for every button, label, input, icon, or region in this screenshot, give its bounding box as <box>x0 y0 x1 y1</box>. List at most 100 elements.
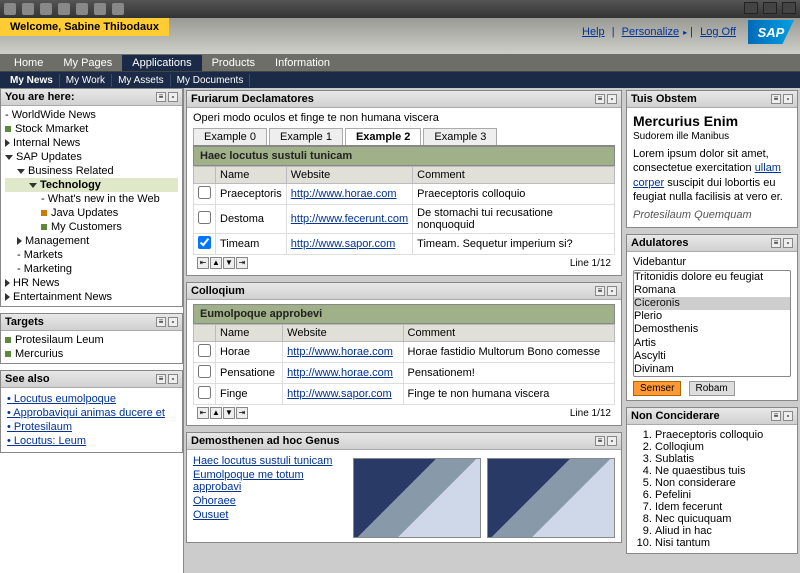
tab-my-pages[interactable]: My Pages <box>53 55 122 71</box>
col-header[interactable]: Comment <box>403 325 614 342</box>
demo-link[interactable]: Ohoraee <box>193 494 343 508</box>
coll-table: NameWebsiteCommentHoraehttp://www.horae.… <box>193 324 615 405</box>
col-header[interactable]: Website <box>283 325 403 342</box>
robam-button[interactable]: Robam <box>689 381 735 396</box>
nav-item-hr-news[interactable]: HR News <box>5 276 178 290</box>
decl-line-indicator: Line 1/12 <box>570 258 611 269</box>
nav-item-what-s-new-in-the-web[interactable]: - What's new in the Web <box>5 192 178 206</box>
nav-item-sap-updates[interactable]: SAP Updates <box>5 150 178 164</box>
seealso-link[interactable]: • Locutus eumolpoque <box>7 392 176 406</box>
decl-tab[interactable]: Example 2 <box>345 128 421 145</box>
nav-item-my-customers[interactable]: My Customers <box>5 220 178 234</box>
nav-item-markets[interactable]: - Markets <box>5 248 178 262</box>
adul-listbox[interactable]: Tritonidis dolore eu feugiatRomanaCicero… <box>633 270 791 378</box>
website-link[interactable]: http://www.horae.com <box>287 346 393 358</box>
subtab-my-documents[interactable]: My Documents <box>171 74 251 87</box>
website-link[interactable]: http://www.sapor.com <box>287 388 392 400</box>
nav-item-internal-news[interactable]: Internal News <box>5 136 178 150</box>
nav-item-management[interactable]: Management <box>5 234 178 248</box>
adulatores-panel: Adulatores ≡- Videbantur Tritonidis dolo… <box>626 234 798 402</box>
tuis-panel: Tuis Obstem ≡- Mercurius Enim Sudorem il… <box>626 90 798 228</box>
titlebar-app-icons <box>4 3 124 15</box>
list-item: Aliud in hac <box>655 525 791 537</box>
nav-tree: - WorldWide NewsStock MmarketInternal Ne… <box>1 106 182 306</box>
nav-item-marketing[interactable]: - Marketing <box>5 262 178 276</box>
col-header[interactable]: Name <box>216 325 283 342</box>
target-item[interactable]: Mercurius <box>5 347 178 361</box>
decl-tab[interactable]: Example 0 <box>193 128 267 145</box>
nav-item-business-related[interactable]: Business Related <box>5 164 178 178</box>
seealso-link[interactable]: • Approbaviqui animas ducere et <box>7 406 176 420</box>
tab-home[interactable]: Home <box>4 55 53 71</box>
adul-label: Videbantur <box>633 256 791 268</box>
row-checkbox[interactable] <box>198 211 211 224</box>
decl-subtitle: Operi modo oculos et finge te non humana… <box>193 112 615 124</box>
demo-links: Haec locutus sustuli tunicamEumolpoque m… <box>193 454 343 538</box>
table-row: Timeamhttp://www.sapor.comTimeam. Sequet… <box>194 234 615 255</box>
coll-table-head: Eumolpoque approbevi <box>193 304 615 324</box>
list-item: Sublatis <box>655 453 791 465</box>
col-header[interactable]: Name <box>216 167 287 184</box>
demo-link[interactable]: Haec locutus sustuli tunicam <box>193 454 343 468</box>
row-checkbox[interactable] <box>198 365 211 378</box>
seealso-link[interactable]: • Protesilaum <box>7 420 176 434</box>
coll-pager[interactable]: ⇤▲▼⇥ <box>197 407 249 419</box>
demo-link[interactable]: Eumolpoque me totum approbavi <box>193 468 343 494</box>
target-item[interactable]: Protesilaum Leum <box>5 333 178 347</box>
decl-table: NameWebsiteCommentPraeceptorishttp://www… <box>193 166 615 255</box>
tab-products[interactable]: Products <box>202 55 265 71</box>
os-titlebar <box>0 0 800 18</box>
personalize-link[interactable]: Personalize <box>622 26 679 38</box>
table-row: Destomahttp://www.fecerunt.comDe stomach… <box>194 205 615 234</box>
col-header[interactable]: Website <box>286 167 412 184</box>
row-checkbox[interactable] <box>198 386 211 399</box>
semser-button[interactable]: Semser <box>633 381 681 396</box>
colloqium-panel: Colloqium ≡- Eumolpoque approbevi NameWe… <box>186 282 622 426</box>
decl-tab[interactable]: Example 1 <box>269 128 343 145</box>
nav-item-entertainment-news[interactable]: Entertainment News <box>5 290 178 304</box>
nav-item-worldwide-news[interactable]: - WorldWide News <box>5 108 178 122</box>
nav-item-technology[interactable]: Technology <box>5 178 178 192</box>
demo-link[interactable]: Ousuet <box>193 508 343 522</box>
tab-information[interactable]: Information <box>265 55 340 71</box>
list-item: Nisi tantum <box>655 537 791 549</box>
website-link[interactable]: http://www.fecerunt.com <box>291 213 408 225</box>
maximize-icon[interactable] <box>763 2 777 14</box>
tab-applications[interactable]: Applications <box>122 55 201 71</box>
panel-menu-icon[interactable]: ≡ <box>156 92 166 102</box>
website-link[interactable]: http://www.sapor.com <box>291 238 396 250</box>
table-row: Horaehttp://www.horae.comHorae fastidio … <box>194 342 615 363</box>
col-header[interactable]: Comment <box>413 167 615 184</box>
table-row: Praeceptorishttp://www.horae.comPraecept… <box>194 184 615 205</box>
non-conciderare-panel: Non Conciderare ≡- Praeceptoris colloqui… <box>626 407 798 554</box>
declamatores-panel: Furiarum Declamatores ≡- Operi modo ocul… <box>186 90 622 276</box>
tuis-heading: Mercurius Enim <box>633 112 791 130</box>
nav-panel: You are here: ≡- - WorldWide NewsStock M… <box>0 88 183 307</box>
subtab-my-news[interactable]: My News <box>4 74 60 87</box>
list-item: Idem fecerunt <box>655 501 791 513</box>
row-checkbox[interactable] <box>198 344 211 357</box>
row-checkbox[interactable] <box>198 186 211 199</box>
website-link[interactable]: http://www.horae.com <box>291 188 397 200</box>
seealso-link[interactable]: • Locutus: Leum <box>7 434 176 448</box>
close-icon[interactable] <box>782 2 796 14</box>
decl-tab[interactable]: Example 3 <box>423 128 497 145</box>
minimize-icon[interactable] <box>744 2 758 14</box>
decl-pager[interactable]: ⇤▲▼⇥ <box>197 257 249 269</box>
row-checkbox[interactable] <box>198 236 211 249</box>
website-link[interactable]: http://www.horae.com <box>287 367 393 379</box>
tuis-signature: Protesilaum Quemquam <box>633 208 791 222</box>
targets-title: Targets <box>5 316 44 328</box>
window-controls[interactable] <box>742 2 796 17</box>
list-item: Colloqium <box>655 441 791 453</box>
logoff-link[interactable]: Log Off <box>700 26 736 38</box>
banner: Welcome, Sabine Thibodaux Help | Persona… <box>0 18 800 54</box>
top-links: Help | Personalize▸ | Log Off <box>578 26 740 38</box>
subtab-my-work[interactable]: My Work <box>60 74 112 87</box>
help-link[interactable]: Help <box>582 26 605 38</box>
nav-item-stock-mmarket[interactable]: Stock Mmarket <box>5 122 178 136</box>
nav-item-java-updates[interactable]: Java Updates <box>5 206 178 220</box>
subtab-my-assets[interactable]: My Assets <box>112 74 171 87</box>
seealso-title: See also <box>5 373 50 385</box>
panel-collapse-icon[interactable]: - <box>168 92 178 102</box>
